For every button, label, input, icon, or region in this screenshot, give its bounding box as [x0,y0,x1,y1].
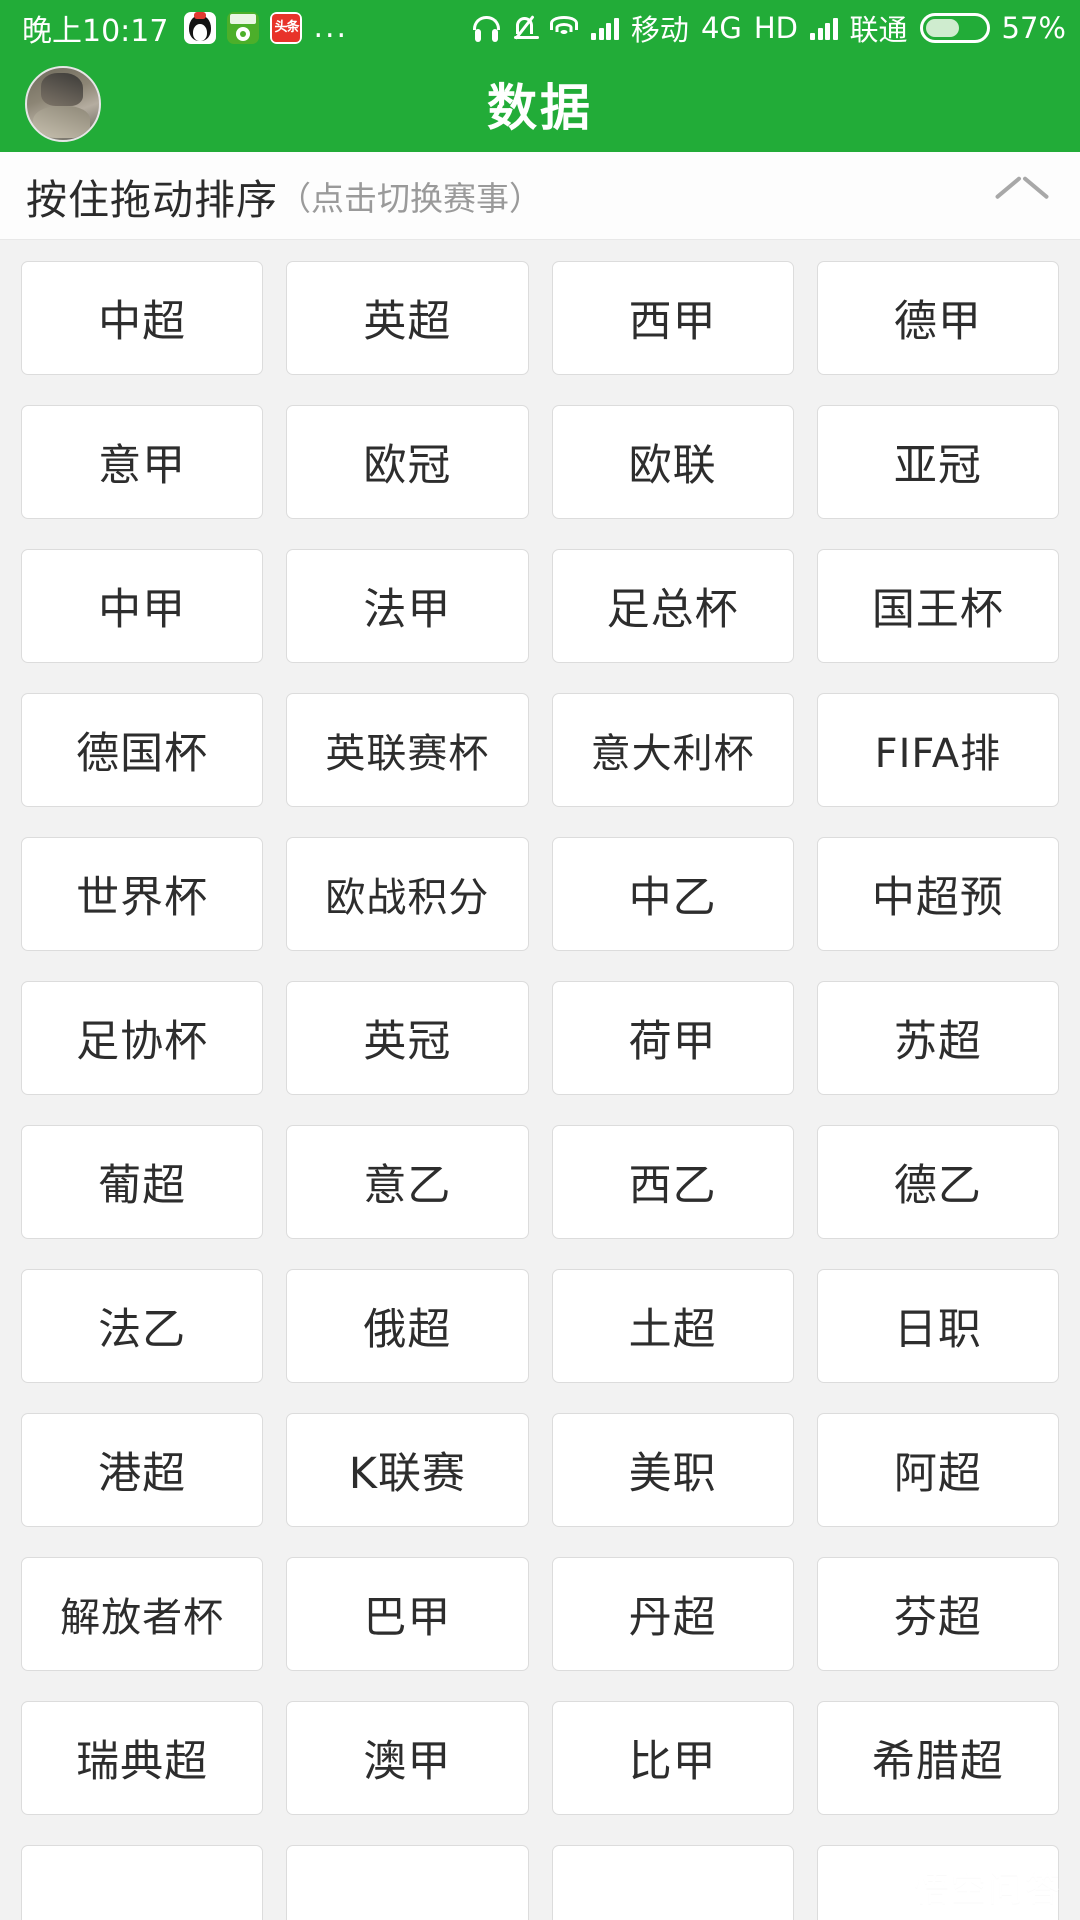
competition-tile[interactable]: 阿超 [816,1413,1059,1527]
competition-tile[interactable]: 土超 [551,1269,794,1383]
bell-muted-icon [512,14,540,41]
page-title: 数据 [487,78,593,137]
competition-tile[interactable]: 俄超 [286,1269,529,1383]
competition-tile[interactable]: 德甲 [816,261,1059,375]
competition-tile[interactable]: 日职 [816,1269,1059,1383]
status-bar-time: 晚上10:17 [22,13,169,49]
toutiao-icon: 头条 [270,11,303,44]
football-app-icon [227,11,260,44]
signal-bars-icon-2 [810,16,838,40]
qq-icon [184,11,217,44]
competition-tile[interactable]: 西乙 [551,1125,794,1239]
carrier-label-2: 联通 [849,12,908,47]
app-header: 数据 [0,55,1080,152]
competition-tile[interactable]: 中超 [21,261,264,375]
competition-tile[interactable]: 德国杯 [21,693,264,807]
competition-tile[interactable]: 亚冠 [816,405,1059,519]
status-bar: 晚上10:17 头条 ... 移动 4G HD 联通 57% [0,0,1080,55]
competition-tile[interactable]: 德乙 [816,1125,1059,1239]
hd-label: HD [753,10,799,45]
competition-tile[interactable]: 美职 [551,1413,794,1527]
competition-tile[interactable]: 比甲 [551,1701,794,1815]
competition-tile[interactable]: 欧战积分 [286,837,529,951]
competition-tile[interactable]: 意乙 [286,1125,529,1239]
overflow-dots-icon: ... [313,9,349,45]
competition-tile[interactable]: 瑞典超 [21,1701,264,1815]
competition-tile[interactable]: 芬超 [816,1557,1059,1671]
competition-tile[interactable]: 法乙 [21,1269,264,1383]
competition-tile[interactable]: 欧联 [551,405,794,519]
competition-tile[interactable] [21,1845,264,1920]
competition-tile[interactable]: 中超预 [816,837,1059,951]
competition-grid: 中超 英超 西甲 德甲意甲 欧冠 欧联 亚冠中甲 法甲 足总杯 国王杯德国杯 英联赛杯 意大利杯 FIF… [21,261,1059,1920]
status-bar-right: 移动 4G HD 联通 57% [473,7,1066,49]
competition-tile[interactable]: 英超 [286,261,529,375]
chevron-up-icon[interactable] [996,170,1048,222]
competition-tile[interactable]: 西甲 [551,261,794,375]
competition-tile[interactable]: 英冠 [286,981,529,1095]
sort-hint-bar[interactable]: 按住拖动排序 （点击切换赛事） [0,152,1080,240]
competition-tile[interactable]: 希腊超 [816,1701,1059,1815]
battery-icon [919,12,990,43]
competition-tile[interactable]: 足总杯 [551,549,794,663]
competition-tile[interactable] [816,1845,1059,1920]
competition-tile[interactable]: 丹超 [551,1557,794,1671]
competition-tile[interactable]: 世界杯 [21,837,264,951]
competition-tile[interactable]: 中甲 [21,549,264,663]
competition-tile[interactable]: 苏超 [816,981,1059,1095]
competition-tile[interactable]: FIFA排 [816,693,1059,807]
competition-tile[interactable]: 巴甲 [286,1557,529,1671]
competition-tile[interactable]: 荷甲 [551,981,794,1095]
competition-tile[interactable]: 中乙 [551,837,794,951]
signal-bars-icon-1 [591,16,619,40]
competition-tile[interactable]: 澳甲 [286,1701,529,1815]
competition-tile[interactable]: 葡超 [21,1125,264,1239]
competition-tile[interactable]: 意甲 [21,405,264,519]
network-type-label: 4G [700,10,742,45]
competition-tile[interactable]: 法甲 [286,549,529,663]
carrier-label-1: 移动 [630,12,689,47]
competition-tile[interactable]: 国王杯 [816,549,1059,663]
competition-tile[interactable]: 解放者杯 [21,1557,264,1671]
competition-tile[interactable] [551,1845,794,1920]
competition-tile[interactable]: 足协杯 [21,981,264,1095]
battery-percent-label: 57% [1001,10,1066,45]
headset-icon [473,14,501,42]
competition-tile[interactable]: 英联赛杯 [286,693,529,807]
sort-hint-secondary-text: （点击切换赛事） [278,178,542,218]
competition-tile[interactable]: 意大利杯 [551,693,794,807]
wifi-icon [549,15,579,40]
status-bar-app-icons: 头条 ... [184,9,349,45]
competition-grid-container: 中超 英超 西甲 德甲意甲 欧冠 欧联 亚冠中甲 法甲 足总杯 国王杯德国杯 英联赛杯 意大利杯 FIF… [0,240,1080,1920]
competition-tile[interactable]: 港超 [21,1413,264,1527]
competition-tile[interactable]: 欧冠 [286,405,529,519]
sort-hint-main-text: 按住拖动排序 [26,175,278,224]
competition-tile[interactable]: K联赛 [286,1413,529,1527]
competition-tile[interactable] [286,1845,529,1920]
